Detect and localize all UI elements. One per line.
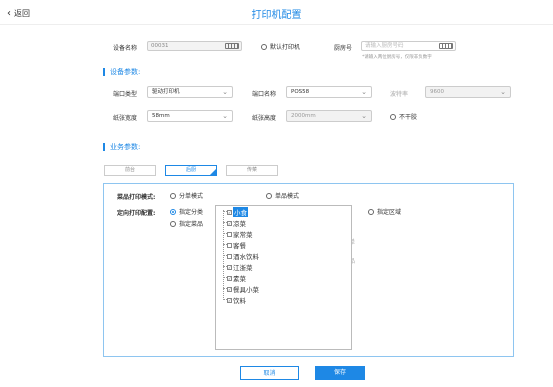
- paper-width-label: 纸张宽度: [113, 115, 138, 122]
- baud-label: 波特率: [390, 91, 409, 98]
- mode-single-order-label: 分单模式: [179, 193, 204, 200]
- no-cut-label: 不干胶: [399, 114, 418, 121]
- port-type-label: 端口类型: [113, 91, 138, 98]
- tab-serving[interactable]: 传菜: [226, 165, 278, 176]
- keyboard-icon[interactable]: [439, 43, 453, 49]
- checkbox-icon[interactable]: [227, 275, 232, 281]
- checkbox-icon[interactable]: [227, 286, 232, 292]
- paper-width-value: 58mm: [152, 113, 170, 119]
- tree-item-label: 餐具小菜: [233, 286, 259, 294]
- business-params-title: 业务参数:: [110, 143, 141, 151]
- baud-value: 9600: [430, 89, 444, 95]
- default-printer-radio[interactable]: 默认打印机: [261, 42, 300, 51]
- kitchen-no-hint: *请输入两位厨房号，仅限非负数字: [362, 55, 432, 60]
- radio-icon: [368, 208, 374, 215]
- category-tree[interactable]: 小食 凉菜 家常菜 客餐 酒水饮料 江浙菜 素菜 餐具小菜 饮料: [215, 205, 352, 350]
- tree-item-label: 家常菜: [233, 231, 253, 239]
- checkbox-icon[interactable]: [227, 231, 232, 237]
- port-name-value: POS58: [291, 89, 310, 95]
- default-printer-label: 默认打印机: [270, 44, 301, 51]
- radio-icon: [390, 113, 396, 120]
- section-bar: [103, 143, 105, 151]
- tab-kitchen-label: 后厨: [185, 167, 196, 173]
- radio-icon: [170, 208, 176, 215]
- checkbox-icon[interactable]: [227, 253, 232, 259]
- device-name-field[interactable]: 00031: [147, 41, 242, 51]
- tree-item-label: 饮料: [233, 297, 246, 305]
- device-params-title: 设备参数:: [110, 68, 141, 76]
- device-name-value: 00031: [151, 43, 169, 49]
- chevron-down-icon: ⌄: [222, 88, 228, 96]
- tree-item-label: 小食: [233, 207, 248, 217]
- tree-item-label: 江浙菜: [233, 264, 253, 272]
- paper-height-select[interactable]: 2000mm ⌄: [286, 110, 372, 122]
- tree-item[interactable]: 江浙菜: [227, 262, 253, 272]
- selected-corner-icon: [210, 169, 216, 175]
- opt-dish-radio[interactable]: 指定菜品: [170, 219, 203, 228]
- tree-item-label: 客餐: [233, 242, 246, 250]
- chevron-down-icon: ⌄: [222, 112, 228, 120]
- opt-area-radio[interactable]: 指定区域: [368, 207, 401, 216]
- tree-item-label: 酒水饮料: [233, 253, 259, 261]
- tab-serving-label: 传菜: [246, 167, 257, 173]
- kitchen-no-label: 厨房号: [334, 45, 353, 52]
- tab-front[interactable]: 前台: [104, 165, 156, 176]
- direction-label: 定向打印配置:: [117, 210, 156, 217]
- port-type-value: 驱动打印机: [152, 89, 180, 95]
- kitchen-no-placeholder: 请输入厨房号码: [365, 43, 404, 49]
- opt-category-radio[interactable]: 指定分类: [170, 207, 203, 216]
- tree-guide-line: [223, 210, 225, 298]
- paper-height-label: 纸张高度: [252, 115, 277, 122]
- tree-item[interactable]: 饮料: [227, 295, 246, 305]
- baud-select[interactable]: 9600 ⌄: [425, 86, 511, 98]
- port-name-select[interactable]: POS58 ⌄: [286, 86, 372, 98]
- port-type-select[interactable]: 驱动打印机 ⌄: [147, 86, 233, 98]
- tree-item[interactable]: 家常菜: [227, 229, 253, 239]
- no-cut-radio[interactable]: 不干胶: [390, 112, 417, 121]
- chevron-down-icon: ⌄: [361, 88, 367, 96]
- tree-item[interactable]: 小食: [227, 207, 248, 217]
- checkbox-icon[interactable]: [227, 297, 232, 303]
- cancel-button[interactable]: 取消: [240, 366, 299, 380]
- checkbox-icon[interactable]: [227, 220, 232, 226]
- tree-item-label: 素菜: [233, 275, 246, 283]
- opt-area-label: 指定区域: [377, 209, 402, 216]
- mode-single-item-label: 单品模式: [275, 193, 300, 200]
- paper-height-value: 2000mm: [291, 113, 316, 119]
- mode-single-item-radio[interactable]: 单品模式: [266, 191, 299, 200]
- port-name-label: 端口名称: [252, 91, 277, 98]
- tree-item-label: 凉菜: [233, 220, 246, 228]
- tree-item[interactable]: 客餐: [227, 240, 246, 250]
- business-params-heading: 业务参数:: [103, 142, 140, 152]
- tree-item[interactable]: 素菜: [227, 273, 246, 283]
- mode-single-order-radio[interactable]: 分单模式: [170, 191, 203, 200]
- keyboard-icon[interactable]: [225, 43, 239, 49]
- tab-front-label: 前台: [124, 167, 135, 173]
- section-bar: [103, 68, 105, 76]
- chevron-down-icon: ⌄: [361, 112, 367, 120]
- opt-category-label: 指定分类: [179, 209, 204, 216]
- radio-icon: [170, 220, 176, 227]
- paper-width-select[interactable]: 58mm ⌄: [147, 110, 233, 122]
- radio-icon: [170, 192, 176, 199]
- checkbox-icon[interactable]: [227, 209, 232, 215]
- tab-kitchen[interactable]: 后厨: [165, 165, 217, 176]
- chevron-down-icon: ⌄: [500, 88, 506, 96]
- device-name-label: 设备名称: [113, 45, 138, 52]
- opt-dish-label: 指定菜品: [179, 221, 204, 228]
- radio-icon: [261, 43, 267, 50]
- tree-item[interactable]: 凉菜: [227, 218, 246, 228]
- tree-item[interactable]: 酒水饮料: [227, 251, 259, 261]
- kitchen-no-field[interactable]: 请输入厨房号码: [361, 41, 456, 51]
- print-mode-label: 菜品打印模式:: [117, 194, 156, 201]
- device-params-heading: 设备参数:: [103, 67, 140, 77]
- checkbox-icon[interactable]: [227, 264, 232, 270]
- checkbox-icon[interactable]: [227, 242, 232, 248]
- page-title: 打印机配置: [251, 10, 302, 21]
- radio-icon: [266, 192, 272, 199]
- save-button[interactable]: 保存: [315, 366, 365, 380]
- tree-item[interactable]: 餐具小菜: [227, 284, 259, 294]
